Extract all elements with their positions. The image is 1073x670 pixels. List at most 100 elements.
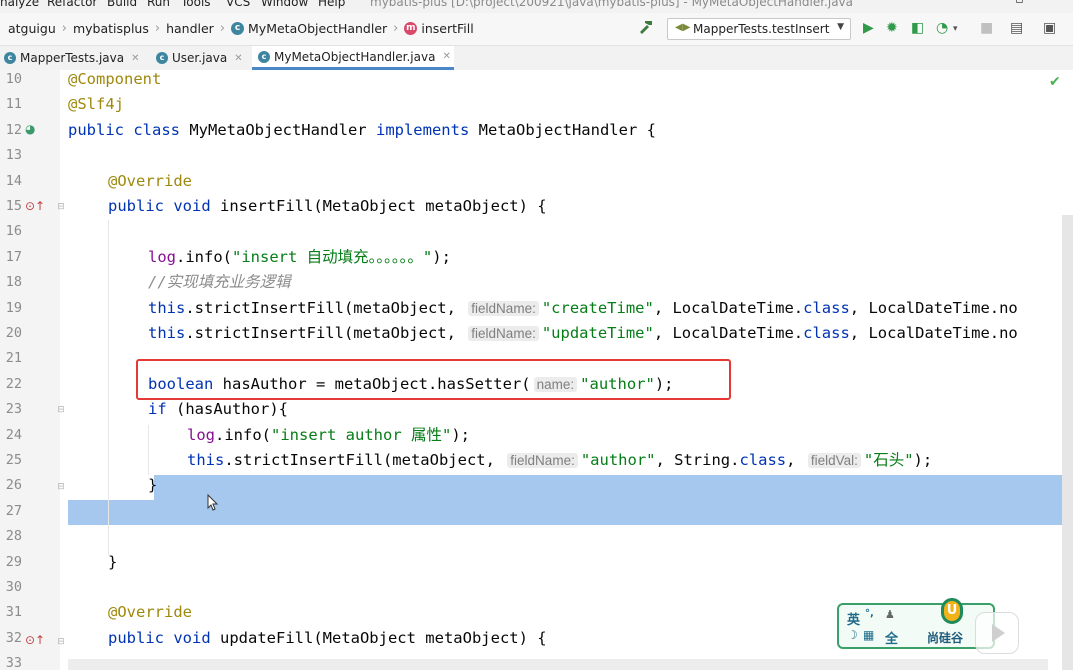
method-icon: m <box>404 22 418 35</box>
run-config-icon: ◀▶ <box>675 22 691 33</box>
run-config-label: MapperTests.testInsert <box>693 22 830 36</box>
play-icon[interactable] <box>975 612 1019 654</box>
code-line-25: this.strictInsertFill(metaObject, fieldN… <box>187 451 933 469</box>
tab-label: User.java <box>172 51 228 65</box>
menu-build[interactable]: Build <box>107 0 137 9</box>
override-method-icon[interactable]: ⊙↑ <box>25 198 45 214</box>
line-number: 18 <box>5 274 22 291</box>
code-line-32: public void updateFill(MetaObject metaOb… <box>108 628 547 647</box>
tab-mymetaobjecthandler[interactable]: c MyMetaObjectHandler.java ✕ <box>252 46 454 70</box>
debug-icon[interactable]: ✹ <box>886 20 898 36</box>
indent-guide <box>148 425 149 475</box>
breadcrumb: atguigu › mybatisplus › handler › c MyMe… <box>8 21 474 36</box>
coverage-icon[interactable]: ◧ <box>911 20 924 36</box>
breadcrumb-item[interactable]: MyMetaObjectHandler <box>248 21 387 36</box>
user-icon[interactable]: ♟ <box>885 608 895 621</box>
code-line-18: //实现填充业务逻辑 <box>148 273 291 292</box>
ime-language[interactable]: 英 <box>847 609 860 628</box>
override-method-icon[interactable]: ⊙↑ <box>25 632 45 648</box>
code-line-11: @Slf4j <box>68 95 124 114</box>
breadcrumb-item[interactable]: handler <box>166 21 214 36</box>
ime-toolbar[interactable]: 英 °, ♟ ☽ ▦ 全 尚硅谷 <box>837 603 995 649</box>
code-line-10: @Component <box>68 70 162 88</box>
menu-analyze[interactable]: nalyze <box>0 0 39 9</box>
fold-icon[interactable]: ⊟ <box>56 405 66 415</box>
code-line-17: log.info("insert 自动填充。。。。。。"); <box>148 247 451 266</box>
line-number: 23 <box>5 401 22 418</box>
tab-user[interactable]: c User.java ✕ <box>156 46 246 70</box>
ime-width-mode[interactable]: 全 <box>885 628 898 647</box>
fold-icon[interactable]: ⊟ <box>56 202 66 212</box>
code-line-20: this.strictInsertFill(metaObject, fieldN… <box>148 324 1018 342</box>
run-icon[interactable]: ▶ <box>863 20 874 36</box>
implemented-interface-icon[interactable]: ◕ <box>25 121 41 137</box>
build-hammer-icon[interactable] <box>637 19 655 35</box>
window-title: mybatis-plus [D:\project\200921\java\myb… <box>370 0 854 9</box>
code-line-26: } <box>148 476 158 495</box>
line-number: 25 <box>5 452 22 468</box>
breadcrumb-item[interactable]: insertFill <box>421 21 473 36</box>
menu-bar: nalyze Refactor Build Run Tools VCS Wind… <box>0 0 1073 13</box>
breadcrumb-item[interactable]: mybatisplus <box>73 21 149 36</box>
ime-brand: 尚硅谷 <box>927 631 964 645</box>
line-number: 31 <box>5 604 22 621</box>
line-number: 20 <box>5 325 22 341</box>
profiler-icon[interactable]: ◔ <box>936 20 948 36</box>
line-number: 15 <box>5 198 22 214</box>
line-number: 28 <box>5 528 22 545</box>
line-number: 24 <box>5 426 22 443</box>
code-line-24: log.info("insert author 属性"); <box>187 425 470 444</box>
line-number: 30 <box>5 579 22 595</box>
moon-icon[interactable]: ☽ <box>847 628 858 642</box>
class-icon: c <box>156 52 168 64</box>
run-configuration-select[interactable]: ◀▶ MapperTests.testInsert ▼ <box>667 18 851 40</box>
line-number: 26 <box>5 477 22 494</box>
keyboard-icon[interactable]: ▦ <box>863 628 874 642</box>
chevron-down-icon: ▼ <box>837 22 844 32</box>
maximize-icon[interactable]: ▫ <box>1015 0 1024 7</box>
line-number: 16 <box>5 223 22 240</box>
menu-help[interactable]: Help <box>318 0 345 9</box>
vertical-scrollbar[interactable] <box>1062 215 1073 670</box>
code-line-31: @Override <box>108 603 192 622</box>
line-number: 22 <box>5 375 22 392</box>
fold-icon[interactable]: ⊟ <box>56 637 66 647</box>
line-number: 33 <box>5 655 22 670</box>
horizontal-scrollbar[interactable] <box>68 659 1048 670</box>
fold-icon[interactable]: ⊟ <box>56 482 66 492</box>
breadcrumb-item[interactable]: atguigu <box>8 21 56 36</box>
chevron-right-icon: › <box>61 21 67 36</box>
menu-window[interactable]: Window <box>261 0 308 9</box>
brand-logo-icon: U <box>941 598 963 624</box>
menu-run[interactable]: Run <box>147 0 170 9</box>
line-number: 13 <box>5 147 22 164</box>
close-icon[interactable]: ✕ <box>131 53 139 64</box>
parameter-hint: fieldName: <box>507 453 578 468</box>
class-icon: c <box>4 52 16 64</box>
class-icon: c <box>231 22 245 35</box>
chevron-right-icon: › <box>219 21 226 36</box>
text-selection <box>154 475 1072 500</box>
close-icon[interactable]: ✕ <box>234 53 242 64</box>
punctuation-icon[interactable]: °, <box>865 608 874 619</box>
menu-vcs[interactable]: VCS <box>226 0 250 9</box>
chevron-down-icon[interactable]: ▾ <box>953 24 958 34</box>
code-line-14: @Override <box>108 171 192 190</box>
close-icon[interactable]: ✕ <box>442 51 450 62</box>
line-number: 19 <box>5 299 22 316</box>
code-line-29: } <box>108 552 118 571</box>
menu-tools[interactable]: Tools <box>181 0 211 9</box>
chevron-right-icon: › <box>154 21 161 36</box>
code-line-19: this.strictInsertFill(metaObject, fieldN… <box>148 298 1018 317</box>
line-number: 11 <box>5 96 22 113</box>
parameter-hint: fieldName: <box>468 326 539 341</box>
layout-icon[interactable]: ▣ <box>1043 20 1056 36</box>
inspection-ok-icon[interactable]: ✔ <box>1049 74 1061 90</box>
menu-refactor[interactable]: Refactor <box>47 0 97 9</box>
line-number: 12 <box>5 121 22 138</box>
minimize-icon[interactable]: — <box>966 0 979 7</box>
project-structure-icon[interactable]: ▤ <box>1010 20 1023 36</box>
stop-icon[interactable]: ■ <box>980 20 993 36</box>
line-number: 29 <box>5 553 22 570</box>
line-number: 21 <box>5 350 22 367</box>
